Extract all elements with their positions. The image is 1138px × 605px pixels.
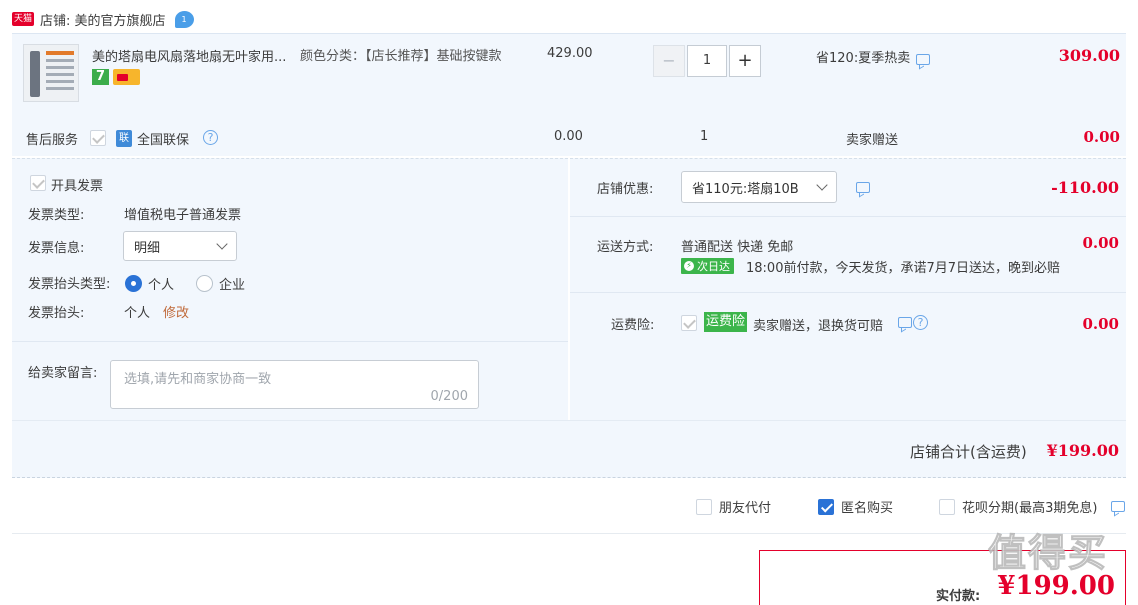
- open-invoice-label: 开具发票: [51, 179, 104, 194]
- after-sale-price: 0.00: [554, 129, 583, 144]
- lightning-icon: ⚡: [684, 261, 694, 271]
- message-counter: 0/200: [430, 389, 468, 404]
- invoice-info-label: 发票信息:: [28, 241, 85, 256]
- shop-chat-icon[interactable]: 1: [174, 10, 194, 28]
- divider: [12, 533, 1126, 534]
- shipping-label: 运送方式:: [597, 240, 654, 255]
- unit-price: 429.00: [547, 46, 593, 61]
- shipping-desc: 18:00前付款，今天发货，承诺7月7日送达，晚到必赔: [746, 261, 1061, 276]
- after-sale-amount: 0.00: [1083, 128, 1120, 146]
- warranty-icon: 联: [116, 130, 132, 147]
- product-thumbnail[interactable]: [23, 44, 79, 102]
- after-sale-qty: 1: [700, 129, 709, 144]
- quantity-minus-button[interactable]: −: [653, 45, 685, 77]
- next-day-badge: ⚡ 次日达: [681, 258, 734, 274]
- invoice-info-select[interactable]: 明细: [123, 231, 237, 261]
- invoice-header-type-label: 发票抬头类型:: [28, 277, 111, 292]
- insurance-info-icons[interactable]: ?: [898, 315, 928, 330]
- discount-info-icon[interactable]: [856, 180, 870, 195]
- message-placeholder: 选填,请先和商家协商一致: [124, 372, 272, 387]
- after-sale-help-icon[interactable]: ?: [203, 130, 218, 145]
- quantity-input[interactable]: 1: [687, 45, 727, 77]
- huabei-info-icon[interactable]: [1111, 499, 1125, 514]
- quantity-plus-button[interactable]: +: [729, 45, 761, 77]
- after-sale-checkbox: [90, 130, 106, 146]
- shipping-amount: 0.00: [1082, 234, 1119, 252]
- insurance-panel: [570, 292, 1126, 420]
- shop-name[interactable]: 店铺: 美的官方旗舰店: [40, 10, 166, 29]
- invoice-edit-link[interactable]: 修改: [163, 302, 189, 321]
- insurance-label: 运费险:: [611, 318, 655, 333]
- sku-label: 颜色分类：【店长推荐】基础按键款: [300, 49, 502, 64]
- pay-value: ¥199.00: [997, 571, 1115, 601]
- item-subtotal: 309.00: [1058, 46, 1120, 65]
- invoice-type-value: 增值税电子普通发票: [124, 208, 242, 223]
- invoice-company-radio[interactable]: 企业: [196, 274, 245, 293]
- promo-text: 省120:夏季热卖: [816, 47, 931, 66]
- shipping-method: 普通配送 快递 免邮: [681, 240, 794, 255]
- product-title[interactable]: 美的塔扇电风扇落地扇无叶家用...: [92, 46, 298, 65]
- invoice-header-label: 发票抬头:: [28, 306, 85, 321]
- anonymous-option[interactable]: 匿名购买: [818, 497, 893, 516]
- insurance-checkbox[interactable]: [681, 315, 697, 331]
- credit-card-icon: [113, 69, 140, 85]
- chevron-down-icon: [216, 238, 228, 250]
- insurance-help-icon[interactable]: ?: [913, 315, 928, 330]
- after-sale-label: 售后服务: [26, 133, 79, 148]
- after-sale-service: 全国联保: [137, 133, 190, 148]
- insurance-badge: 运费险: [704, 312, 748, 332]
- shop-header: 天猫 店铺: 美的官方旗舰店 1: [12, 8, 194, 30]
- discount-select[interactable]: 省110元:塔扇10B: [681, 171, 837, 203]
- insurance-amount: 0.00: [1082, 315, 1119, 333]
- chevron-down-icon: [816, 179, 828, 191]
- huabei-option[interactable]: 花呗分期(最高3期免息): [939, 497, 1097, 516]
- shipping-panel: [570, 216, 1126, 292]
- invoice-header-value: 个人: [124, 306, 151, 321]
- invoice-type-label: 发票类型:: [28, 208, 85, 223]
- seven-day-return-icon: 7: [92, 69, 109, 85]
- insurance-chat-icon[interactable]: [898, 317, 912, 328]
- insurance-desc: 卖家赠送，退换货可赔: [753, 319, 884, 334]
- message-textarea[interactable]: 选填,请先和商家协商一致 0/200: [110, 360, 479, 409]
- quantity-stepper: − 1 +: [653, 45, 761, 77]
- discount-label: 店铺优惠:: [597, 182, 654, 197]
- invoice-personal-radio[interactable]: 个人: [125, 274, 174, 293]
- pay-label: 实付款:: [936, 589, 981, 604]
- promo-info-icon[interactable]: [916, 54, 931, 65]
- friend-pay-option[interactable]: 朋友代付: [696, 497, 771, 516]
- discount-amount: -110.00: [1051, 178, 1119, 197]
- after-sale-gift: 卖家赠送: [846, 133, 899, 148]
- message-label: 给卖家留言:: [28, 366, 98, 381]
- store-total-label: 店铺合计(含运费): [910, 443, 1027, 461]
- pay-summary-box: 实付款: ¥199.00: [759, 550, 1126, 605]
- store-total-value: ¥199.00: [1046, 441, 1119, 460]
- tmall-badge: 天猫: [12, 12, 35, 26]
- open-invoice-checkbox[interactable]: [30, 175, 46, 191]
